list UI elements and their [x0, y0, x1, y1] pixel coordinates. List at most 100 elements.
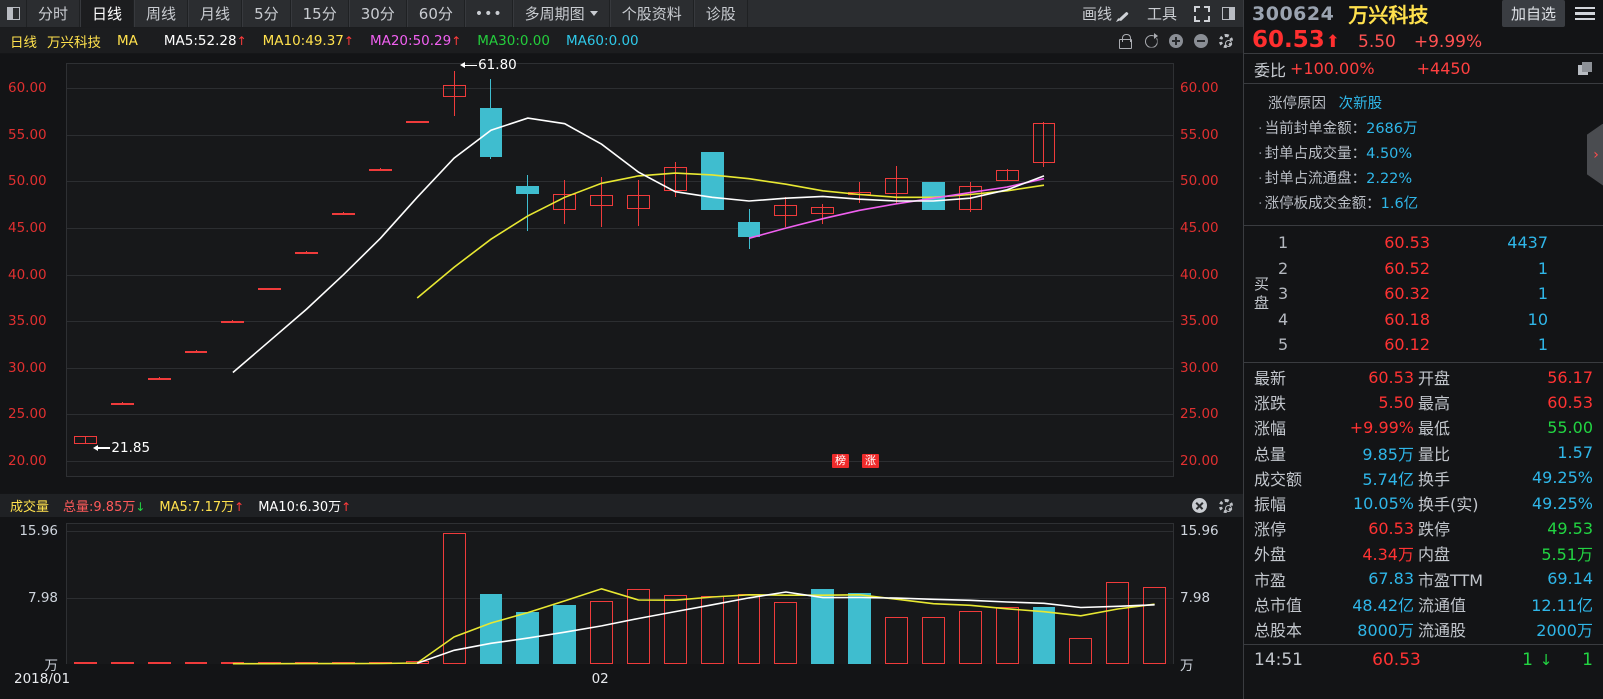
last-price: 60.53	[1252, 27, 1325, 53]
price-change-pct: +9.99%	[1413, 32, 1483, 52]
stat-label-right: 最高	[1418, 394, 1451, 414]
tab-label: 多周期图	[524, 5, 585, 23]
split-panel-icon[interactable]	[1215, 7, 1241, 20]
price-up-arrow-icon: ⬆	[1325, 32, 1341, 52]
price-chart-pane: 20.00 25.00 30.00 35.00 40.00 45.00 50.00 55.00…	[0, 54, 1243, 493]
order-book-row[interactable]: 4 60.18 10	[1244, 307, 1603, 333]
volume-chart-pane: 15.967.98万 15.967.98万 2018/010203	[0, 517, 1309, 699]
order-book-row[interactable]: 5 60.12 1	[1244, 332, 1603, 358]
ma-legend-text: MA20:50.29	[369, 32, 452, 49]
book-price: 60.12	[1384, 335, 1430, 355]
reason-row-0: · 当前封单金额：2686万	[1258, 117, 1603, 142]
tab-label: 60分	[418, 5, 453, 23]
volume-settings-gear-icon[interactable]	[1219, 498, 1233, 513]
stat-value-left: 10.05%	[1352, 493, 1414, 513]
tab-8[interactable]: •••	[464, 0, 513, 27]
chart-badge-0[interactable]: 榜	[832, 454, 849, 468]
close-indicator-icon[interactable]	[1192, 498, 1207, 513]
volume-legend-item-1: MA5:7.17万↑	[159, 496, 244, 515]
date-axis-tick: 02	[591, 671, 609, 687]
volume-unit-label-right: 万	[1180, 658, 1194, 674]
stat-row: 总量 9.85万 量比 1.57	[1244, 440, 1603, 465]
tab-5[interactable]: 15分	[290, 0, 349, 27]
trading-app-window: 分时 日线 周线 月线 5分 15分 30分 60分 ••• 多周期图 个股资料 诊股 画线 工具	[0, 0, 1603, 699]
reason-value: 1.6亿	[1380, 196, 1419, 212]
stat-value-right: 69.14	[1547, 569, 1593, 589]
tab-4[interactable]: 5分	[242, 0, 291, 27]
tab-11[interactable]: 诊股	[693, 0, 748, 27]
stat-row: 市盈 67.83 市盈TTM 69.14	[1244, 566, 1603, 591]
stat-label-left: 涨跌	[1254, 394, 1287, 414]
lock-icon[interactable]	[1117, 33, 1132, 49]
hamburger-menu-icon[interactable]	[1575, 6, 1595, 21]
book-price: 60.18	[1384, 309, 1430, 329]
tab-10[interactable]: 个股资料	[609, 0, 694, 27]
price-axis-tick-right: 20.00	[1180, 453, 1219, 470]
left-arrow-icon	[93, 443, 111, 452]
tab-label: 分时	[38, 5, 69, 23]
weibi-label: 委比	[1254, 60, 1287, 80]
volume-plot-area[interactable]	[66, 523, 1174, 665]
price-axis-tick-right: 40.00	[1180, 266, 1219, 283]
ma-legend-item-1: MA10:49.37↑	[263, 33, 354, 49]
stat-label-left: 成交额	[1254, 469, 1303, 489]
tab-label: •••	[474, 5, 503, 22]
bullet-icon: ·	[1258, 196, 1263, 212]
tab-6[interactable]: 30分	[348, 0, 407, 27]
tab-7[interactable]: 60分	[406, 0, 465, 27]
tab-2[interactable]: 周线	[134, 0, 189, 27]
volume-legend-text: MA10:6.30万	[258, 500, 342, 515]
draw-line-button[interactable]: 画线	[1074, 0, 1139, 28]
ma-legend-text: MA10:49.37	[262, 32, 344, 49]
tab-3[interactable]: 月线	[188, 0, 243, 27]
book-volume: 4437	[1507, 233, 1548, 253]
reason-key: 当前封单金额：	[1264, 121, 1367, 137]
price-plot-area[interactable]: 61.80 21.85 榜涨	[66, 57, 1174, 477]
stat-label-left: 总市值	[1254, 595, 1303, 615]
tab-1[interactable]: 日线	[80, 0, 135, 27]
stat-label-right: 量比	[1418, 444, 1451, 464]
tick-price: 60.53	[1372, 649, 1421, 670]
zoom-out-icon[interactable]	[1194, 33, 1208, 48]
tools-button[interactable]: 工具	[1139, 0, 1189, 28]
stat-row: 涨幅 +9.99% 最低 55.00	[1244, 415, 1603, 440]
reason-tag[interactable]: 次新股	[1339, 96, 1383, 112]
refresh-icon[interactable]	[1143, 33, 1158, 48]
last-tick-row: 14:51 60.53 1 ↓ 1	[1244, 645, 1603, 675]
tick-volume: 1	[1522, 649, 1533, 670]
bullet-icon: ·	[1258, 121, 1263, 137]
chart-badge-1[interactable]: 涨	[862, 454, 879, 468]
tab-label: 30分	[360, 5, 395, 23]
reason-key: 涨停板成交金额：	[1264, 196, 1381, 212]
quote-statistics-table: 最新 60.53 开盘 56.17 涨跌 5.50 最高 60.53 涨幅 +9.99% 最低 55.…	[1244, 363, 1603, 645]
order-book-row[interactable]: 2 60.52 1	[1244, 256, 1603, 282]
trend-up-arrow-icon: ↑	[341, 500, 352, 514]
zoom-in-icon[interactable]	[1169, 33, 1183, 48]
ma-legend-text: MA60:0.00	[565, 32, 639, 49]
tab-0[interactable]: 分时	[26, 0, 81, 27]
tab-9[interactable]: 多周期图	[512, 0, 610, 27]
volume-legend-item-2: MA10:6.30万↑	[258, 496, 351, 515]
order-book-row[interactable]: 1 60.53 4437	[1244, 230, 1603, 256]
book-level: 2	[1278, 258, 1289, 278]
price-axis-tick-right: 45.00	[1180, 220, 1219, 237]
fullscreen-icon[interactable]	[1189, 5, 1215, 22]
copy-icon[interactable]	[1578, 61, 1593, 76]
panel-layout-icon[interactable]	[0, 0, 26, 27]
stat-row: 最新 60.53 开盘 56.17	[1244, 365, 1603, 390]
high-price-annotation-label: 61.80	[478, 57, 517, 74]
stat-value-right: 49.25%	[1531, 468, 1593, 488]
stat-value-left: 9.85万	[1362, 444, 1414, 464]
add-to-watchlist-button[interactable]: 加自选	[1501, 0, 1565, 27]
ma-legend-text: MA30:0.00	[477, 32, 550, 49]
book-price: 60.52	[1384, 258, 1430, 278]
tick-direction-down-icon: ↓	[1539, 650, 1553, 669]
settings-gear-icon[interactable]	[1219, 33, 1233, 48]
chart-column: 分时 日线 周线 月线 5分 15分 30分 60分 ••• 多周期图 个股资料 诊股 画线 工具	[0, 0, 1309, 699]
ma5-line	[232, 117, 1045, 374]
buy-side-label: 买盘	[1254, 274, 1270, 312]
stat-value-right: 5.51万	[1541, 545, 1593, 565]
stock-name: 万兴科技	[1348, 3, 1429, 27]
book-level: 3	[1278, 284, 1289, 304]
order-book-row[interactable]: 3 60.32 1	[1244, 281, 1603, 307]
